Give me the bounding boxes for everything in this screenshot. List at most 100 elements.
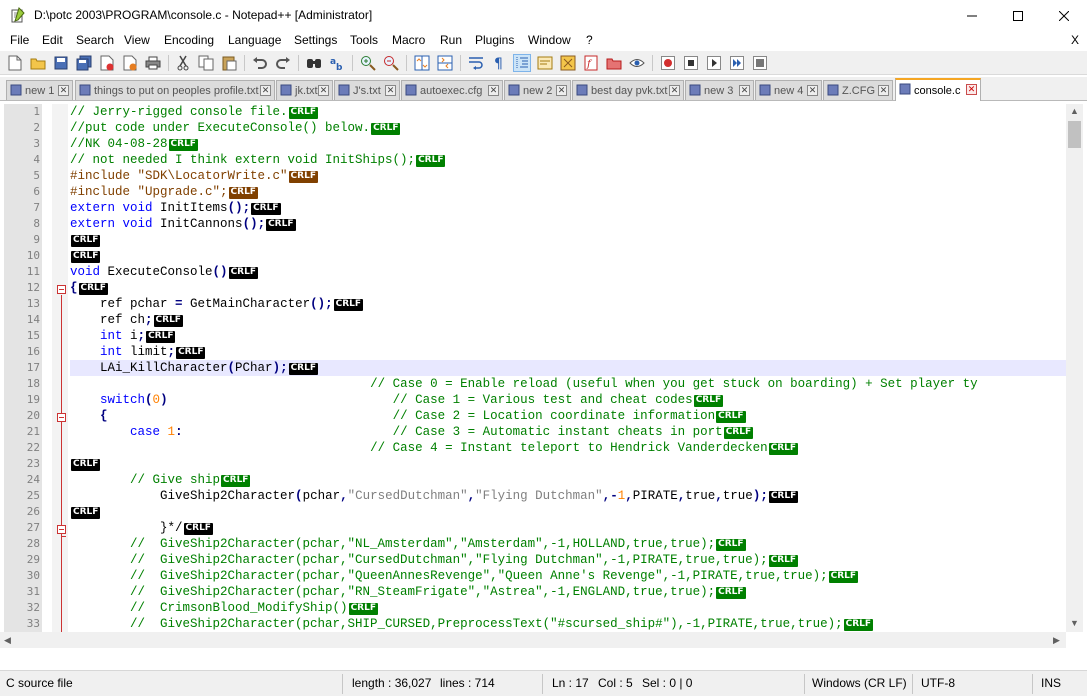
menu-plugins[interactable]: Plugins — [475, 33, 514, 47]
run-macro-multiple-icon[interactable] — [728, 54, 746, 72]
fold-margin[interactable] — [52, 104, 68, 648]
code-line[interactable]: CRLF — [70, 232, 101, 248]
horizontal-scrollbar[interactable]: ◀ ▶ — [0, 632, 1066, 648]
code-line[interactable]: // Case 0 = Enable reload (useful when y… — [70, 376, 978, 392]
editor[interactable]: 1 2 3 4 5 6 7 8 9 10 11 12 13 14 15 16 17 18 19 20 21 22 23 24 2… — [0, 102, 1087, 648]
menu-edit[interactable]: Edit — [42, 33, 63, 47]
tab-close-icon[interactable]: ✕ — [739, 85, 750, 96]
show-all-characters-icon[interactable]: ¶ — [490, 54, 508, 72]
print-icon[interactable] — [144, 54, 162, 72]
undo-icon[interactable] — [251, 54, 269, 72]
redo-icon[interactable] — [274, 54, 292, 72]
new-file-icon[interactable] — [6, 54, 24, 72]
close-window-button[interactable] — [1041, 0, 1087, 31]
code-line[interactable]: ref pchar = GetMainCharacter(); CRLF — [70, 296, 364, 312]
tab-close-icon[interactable]: ✕ — [318, 85, 329, 96]
status-eol-mode[interactable]: Windows (CR LF) — [812, 676, 907, 690]
menu-window[interactable]: Window — [528, 33, 571, 47]
save-all-icon[interactable] — [75, 54, 93, 72]
code-line[interactable]: extern void InitItems(); CRLF — [70, 200, 281, 216]
scroll-up-icon[interactable]: ▲ — [1070, 106, 1079, 116]
monitoring-eye-icon[interactable] — [628, 54, 646, 72]
scroll-right-icon[interactable]: ▶ — [1053, 635, 1060, 646]
code-line[interactable]: // CrimsonBlood_ModifyShip() CRLF — [70, 600, 378, 616]
close-file-icon[interactable] — [98, 54, 116, 72]
tab-new-3[interactable]: new 3 ✕ — [685, 80, 754, 100]
code-line[interactable]: {CRLF — [70, 280, 108, 296]
sync-vertical-icon[interactable] — [413, 54, 431, 72]
tab-autoexec-cfg[interactable]: autoexec.cfg ✕ — [401, 80, 503, 100]
code-area[interactable]: // Jerry-rigged console file. CRLF//put c… — [70, 104, 1066, 632]
tab-close-icon[interactable]: ✕ — [260, 85, 271, 96]
code-line[interactable]: void ExecuteConsole() CRLF — [70, 264, 258, 280]
scroll-down-icon[interactable]: ▼ — [1070, 618, 1079, 628]
code-line[interactable]: //NK 04-08-28 CRLF — [70, 136, 198, 152]
code-line[interactable]: case 1: // Case 3 = Automatic instant ch… — [70, 424, 754, 440]
tab-close-icon[interactable]: ✕ — [556, 85, 567, 96]
tab-new-1[interactable]: new 1 ✕ — [6, 80, 73, 100]
scroll-left-icon[interactable]: ◀ — [4, 635, 11, 646]
code-line[interactable]: // GiveShip2Character(pchar,"QueenAnnesR… — [70, 568, 859, 584]
tab-close-icon[interactable]: ✕ — [58, 85, 69, 96]
tab-close-icon[interactable]: ✕ — [669, 85, 680, 96]
zoom-in-icon[interactable] — [359, 54, 377, 72]
tab-console-c[interactable]: console.c ✕ — [895, 78, 981, 101]
menu-search[interactable]: Search — [76, 33, 114, 47]
code-line[interactable]: // GiveShip2Character(pchar,"RN_SteamFri… — [70, 584, 746, 600]
replace-icon[interactable]: ab — [328, 54, 346, 72]
document-map-icon[interactable] — [559, 54, 577, 72]
scroll-thumb[interactable] — [1068, 121, 1081, 148]
tab-new-2[interactable]: new 2 ✕ — [504, 80, 571, 100]
fold-toggle-icon[interactable] — [57, 525, 66, 534]
tab-close-icon[interactable]: ✕ — [385, 85, 396, 96]
function-list-icon[interactable]: f — [582, 54, 600, 72]
code-line[interactable]: CRLF — [70, 456, 101, 472]
word-wrap-icon[interactable] — [467, 54, 485, 72]
menu-file[interactable]: File — [10, 33, 29, 47]
tab-best-day-pvk[interactable]: best day pvk.txt ✕ — [572, 80, 684, 100]
user-defined-language-icon[interactable] — [536, 54, 554, 72]
menu-settings[interactable]: Settings — [294, 33, 337, 47]
code-line[interactable]: // Jerry-rigged console file. CRLF — [70, 104, 318, 120]
open-file-icon[interactable] — [29, 54, 47, 72]
code-line[interactable]: // GiveShip2Character(pchar,"NL_Amsterda… — [70, 536, 746, 552]
code-line[interactable]: //put code under ExecuteConsole() below.… — [70, 120, 401, 136]
maximize-button[interactable] — [995, 0, 1041, 31]
code-line[interactable]: int i; CRLF — [70, 328, 176, 344]
status-insert-mode[interactable]: INS — [1041, 676, 1061, 690]
record-macro-icon[interactable] — [659, 54, 677, 72]
code-line[interactable]: // not needed I think extern void InitSh… — [70, 152, 446, 168]
cut-icon[interactable] — [174, 54, 192, 72]
menu-encoding[interactable]: Encoding — [164, 33, 214, 47]
code-line[interactable]: extern void InitCannons(); CRLF — [70, 216, 296, 232]
code-line[interactable]: // GiveShip2Character(pchar,"CursedDutch… — [70, 552, 799, 568]
tab-close-icon[interactable]: ✕ — [488, 85, 499, 96]
stop-recording-icon[interactable] — [682, 54, 700, 72]
menu-tools[interactable]: Tools — [350, 33, 378, 47]
code-line[interactable]: CRLF — [70, 504, 101, 520]
status-encoding[interactable]: UTF-8 — [921, 676, 955, 690]
folder-as-workspace-icon[interactable] — [605, 54, 623, 72]
menu-run[interactable]: Run — [440, 33, 462, 47]
menu-language[interactable]: Language — [228, 33, 281, 47]
code-line[interactable]: { // Case 2 = Location coordinate inform… — [70, 408, 746, 424]
save-macro-icon[interactable] — [751, 54, 769, 72]
code-line[interactable]: // Give ship CRLF — [70, 472, 251, 488]
code-line[interactable]: CRLF — [70, 248, 101, 264]
close-all-icon[interactable] — [121, 54, 139, 72]
tab-z-cfg[interactable]: Z.CFG ✕ — [823, 80, 893, 100]
tab-close-icon[interactable]: ✕ — [878, 85, 889, 96]
tab-close-icon[interactable]: ✕ — [807, 85, 818, 96]
current-code-line[interactable]: LAi_KillCharacter(PChar); CRLF — [70, 360, 1066, 376]
code-line[interactable]: #include "SDK\LocatorWrite.c" CRLF — [70, 168, 318, 184]
fold-toggle-icon[interactable] — [57, 285, 66, 294]
tab-js-txt[interactable]: J's.txt ✕ — [334, 80, 400, 100]
minimize-button[interactable] — [949, 0, 995, 31]
tab-close-icon[interactable]: ✕ — [966, 84, 977, 95]
code-line[interactable]: // GiveShip2Character(pchar,SHIP_CURSED,… — [70, 616, 874, 632]
menu-macro[interactable]: Macro — [392, 33, 425, 47]
paste-icon[interactable] — [220, 54, 238, 72]
zoom-out-icon[interactable] — [382, 54, 400, 72]
code-line[interactable]: switch(0) // Case 1 = Various test and c… — [70, 392, 724, 408]
tab-new-4[interactable]: new 4 ✕ — [755, 80, 822, 100]
